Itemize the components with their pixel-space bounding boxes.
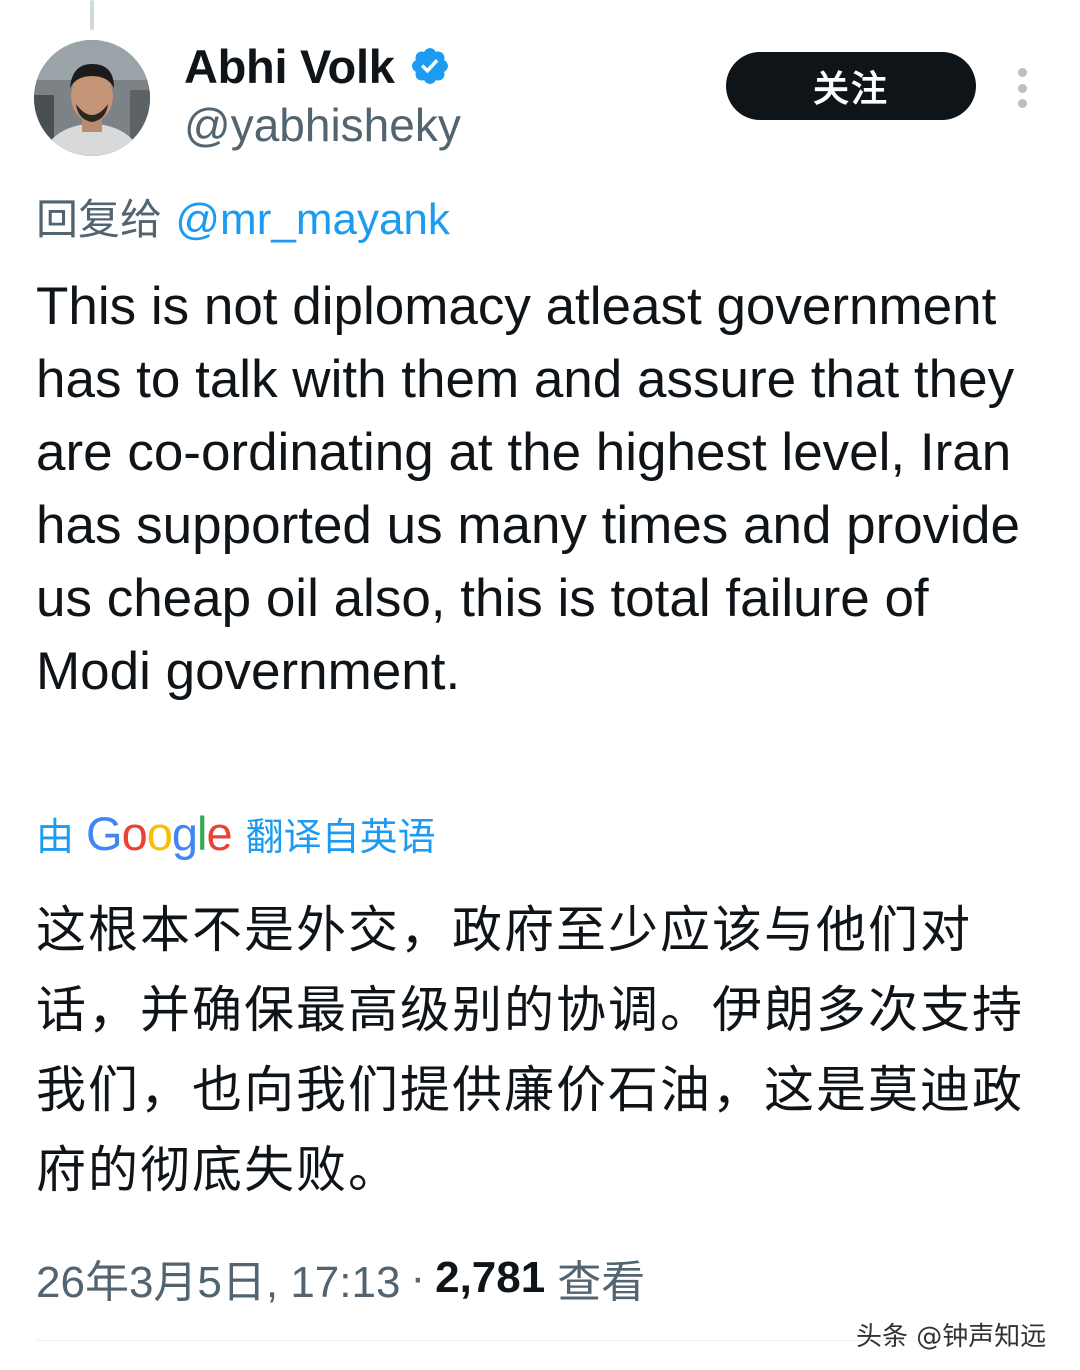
verified-badge-icon [411, 48, 448, 84]
display-name-row: Abhi Volk [184, 39, 461, 94]
tweet-text: This is not diplomacy atleast government… [36, 277, 1020, 701]
reply-to-line: 回复给 @mr_mayank [36, 186, 450, 247]
tweet-header: Abhi Volk @yabhisheky 关注 [34, 40, 1046, 160]
more-dot [1017, 68, 1027, 77]
more-dot [1017, 83, 1027, 93]
avatar[interactable] [34, 40, 150, 156]
tweet-datetime[interactable]: 26年3月5日, 17:13 [36, 1246, 400, 1310]
translated-text: 这根本不是外交，政府至少应该与他们对话，并确保最高级别的协调。伊朗多次支持我们，… [36, 901, 1024, 1199]
handle[interactable]: @yabhisheky [184, 98, 461, 152]
translation-attribution[interactable]: 由 Google 翻译自英语 [36, 806, 436, 861]
translation-by-label: 由 [36, 815, 75, 859]
thread-connector-line [90, 0, 94, 30]
author-names: Abhi Volk @yabhisheky [184, 40, 461, 152]
tweet-meta: 26年3月5日, 17:13 · 2,781 查看 [36, 1246, 645, 1310]
more-vertical-icon[interactable] [1014, 68, 1030, 108]
google-logo: Google [86, 807, 233, 860]
reply-mention-link[interactable]: @mr_mayank [175, 195, 450, 244]
meta-separator: · [410, 1253, 426, 1302]
profile-photo [34, 40, 150, 156]
translation-from-label: 翻译自英语 [245, 815, 436, 859]
views-count: 2,781 [435, 1253, 546, 1302]
display-name[interactable]: Abhi Volk [184, 39, 395, 94]
reply-to-prefix: 回复给 [36, 195, 163, 244]
follow-button[interactable]: 关注 [726, 52, 976, 120]
watermark: 头条 @钟声知远 [856, 1322, 1047, 1352]
more-dot [1017, 99, 1027, 108]
views-label: 查看 [557, 1258, 646, 1307]
